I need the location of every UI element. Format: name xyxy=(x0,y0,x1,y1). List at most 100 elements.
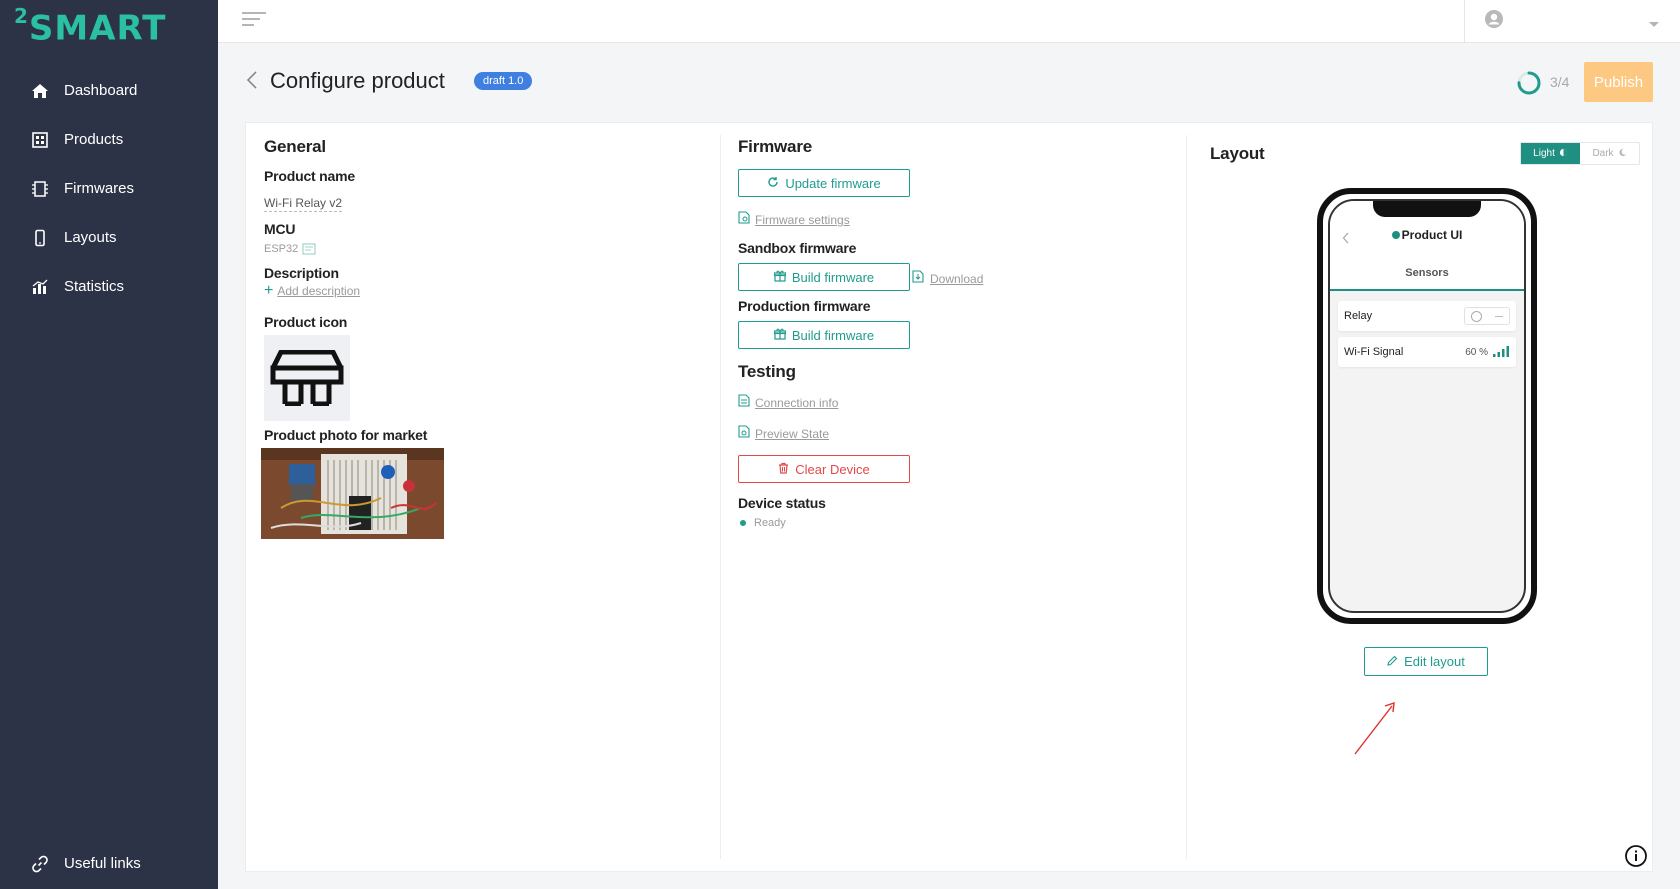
edit-layout-button[interactable]: Edit layout xyxy=(1364,647,1488,676)
firmware-settings-label: Firmware settings xyxy=(755,213,850,227)
download-link[interactable]: Download xyxy=(912,270,983,288)
gift-icon xyxy=(773,270,786,285)
description-label: Description xyxy=(264,265,339,281)
annotation-arrow xyxy=(1354,701,1395,755)
firmware-heading: Firmware xyxy=(738,137,812,156)
theme-dark-label: Dark xyxy=(1592,148,1614,159)
testing-heading: Testing xyxy=(738,362,796,381)
sidebar-nav: Dashboard Products Firmwares Layouts Sta… xyxy=(0,66,218,311)
phone-row-wifi: Wi-Fi Signal 60 % xyxy=(1338,337,1516,367)
back-chevron-icon[interactable] xyxy=(245,70,259,95)
update-firmware-button[interactable]: Update firmware xyxy=(738,169,910,197)
wifi-label: Wi-Fi Signal xyxy=(1344,346,1404,358)
publish-button[interactable]: Publish xyxy=(1584,62,1653,102)
chip-icon xyxy=(302,242,316,260)
progress-ring xyxy=(1517,71,1541,95)
phone-notch xyxy=(1373,201,1481,217)
preview-state-link[interactable]: Preview State xyxy=(738,425,829,443)
relay-label: Relay xyxy=(1344,310,1373,322)
production-label: Production firmware xyxy=(738,298,871,314)
build-firmware-label: Build firmware xyxy=(791,269,875,285)
connection-info-link[interactable]: Connection info xyxy=(738,394,838,412)
product-icon-label: Product icon xyxy=(264,314,348,330)
general-column: General Product name Wi-Fi Relay v2 MCU … xyxy=(246,135,721,859)
sidebar-item-firmwares[interactable]: Firmwares xyxy=(0,164,218,213)
theme-light-option[interactable]: Light xyxy=(1521,143,1580,164)
topbar xyxy=(218,0,1680,43)
update-firmware-label: Update firmware xyxy=(785,175,881,191)
edit-layout-label: Edit layout xyxy=(1404,654,1465,669)
sidebar-item-statistics[interactable]: Statistics xyxy=(0,262,218,311)
relay-toggle xyxy=(1464,307,1510,325)
sidebar-item-label: Statistics xyxy=(64,278,125,295)
status-dot xyxy=(740,520,746,526)
clear-device-label: Clear Device xyxy=(795,461,870,477)
phone-screen: Product UI Sensors Relay Wi-Fi Signal 60… xyxy=(1328,199,1526,613)
sidebar-item-label: Firmwares xyxy=(64,180,134,197)
useful-links[interactable]: Useful links xyxy=(0,839,218,888)
product-name-label: Product name xyxy=(264,168,355,184)
sidebar-item-layouts[interactable]: Layouts xyxy=(0,213,218,262)
plus-icon: + xyxy=(264,282,274,299)
logo[interactable]: 2SMART xyxy=(14,4,166,48)
link-icon xyxy=(30,854,50,874)
phone-row-relay: Relay xyxy=(1338,301,1516,331)
menu-toggle-icon[interactable] xyxy=(242,12,266,30)
product-photo[interactable] xyxy=(261,448,444,539)
device-status: Ready xyxy=(740,517,786,529)
sun-icon xyxy=(1559,148,1568,160)
build-firmware-label: Build firmware xyxy=(791,327,875,343)
theme-toggle[interactable]: Light Dark xyxy=(1520,142,1640,165)
firmware-icon xyxy=(30,179,50,199)
mcu-value: ESP32 xyxy=(264,243,299,255)
online-dot xyxy=(1391,231,1400,239)
sidebar: 2SMART Dashboard Products Firmwares Layo… xyxy=(0,0,218,889)
theme-dark-option[interactable]: Dark xyxy=(1580,143,1639,164)
layout-heading: Layout xyxy=(1210,144,1265,163)
add-description-link[interactable]: + Add description xyxy=(264,282,361,299)
sidebar-item-dashboard[interactable]: Dashboard xyxy=(0,66,218,115)
clear-device-button[interactable]: Clear Device xyxy=(738,455,910,483)
home-icon xyxy=(30,81,50,101)
signal-icon xyxy=(1492,345,1510,360)
theme-light-label: Light xyxy=(1533,148,1555,159)
sidebar-item-label: Layouts xyxy=(64,229,117,246)
sidebar-item-label: Products xyxy=(64,131,124,148)
firmware-column: Firmware Update firmware Firmware settin… xyxy=(722,135,1187,859)
firmware-settings-link[interactable]: Firmware settings xyxy=(738,211,850,229)
product-icon-preview[interactable] xyxy=(264,335,350,421)
chart-icon xyxy=(30,277,50,297)
info-icon[interactable] xyxy=(1624,844,1648,873)
phone-title: Product UI xyxy=(1330,228,1524,242)
user-menu[interactable] xyxy=(1464,0,1680,43)
progress-text: 3/4 xyxy=(1550,74,1570,90)
product-name-value[interactable]: Wi-Fi Relay v2 xyxy=(264,196,343,212)
user-avatar-icon xyxy=(1484,9,1504,34)
sidebar-item-products[interactable]: Products xyxy=(0,115,218,164)
wifi-value: 60 % xyxy=(1465,346,1488,358)
build-sandbox-firmware-button[interactable]: Build firmware xyxy=(738,263,910,291)
add-description-label: Add description xyxy=(277,284,361,298)
general-heading: General xyxy=(264,137,326,156)
products-icon xyxy=(30,130,50,150)
preview-doc-icon xyxy=(738,425,750,443)
relay-device-icon xyxy=(270,350,344,406)
preview-state-label: Preview State xyxy=(755,427,830,441)
phone-tab-sensors: Sensors xyxy=(1405,267,1449,279)
sidebar-item-label: Dashboard xyxy=(64,82,138,99)
build-production-firmware-button[interactable]: Build firmware xyxy=(738,321,910,349)
download-icon xyxy=(912,270,924,288)
refresh-icon xyxy=(767,176,779,191)
gift-icon xyxy=(773,328,786,343)
version-badge: draft 1.0 xyxy=(474,72,533,90)
photo-label: Product photo for market xyxy=(264,427,428,443)
sidebar-footer: Useful links xyxy=(0,839,218,889)
chevron-down-icon xyxy=(1648,16,1660,34)
device-status-label: Device status xyxy=(738,495,826,511)
sandbox-label: Sandbox firmware xyxy=(738,240,857,256)
phone-preview: Product UI Sensors Relay Wi-Fi Signal 60… xyxy=(1317,188,1537,624)
settings-doc-icon xyxy=(738,211,750,229)
useful-links-label: Useful links xyxy=(64,855,141,872)
phone-icon xyxy=(30,228,50,248)
document-icon xyxy=(738,394,750,412)
